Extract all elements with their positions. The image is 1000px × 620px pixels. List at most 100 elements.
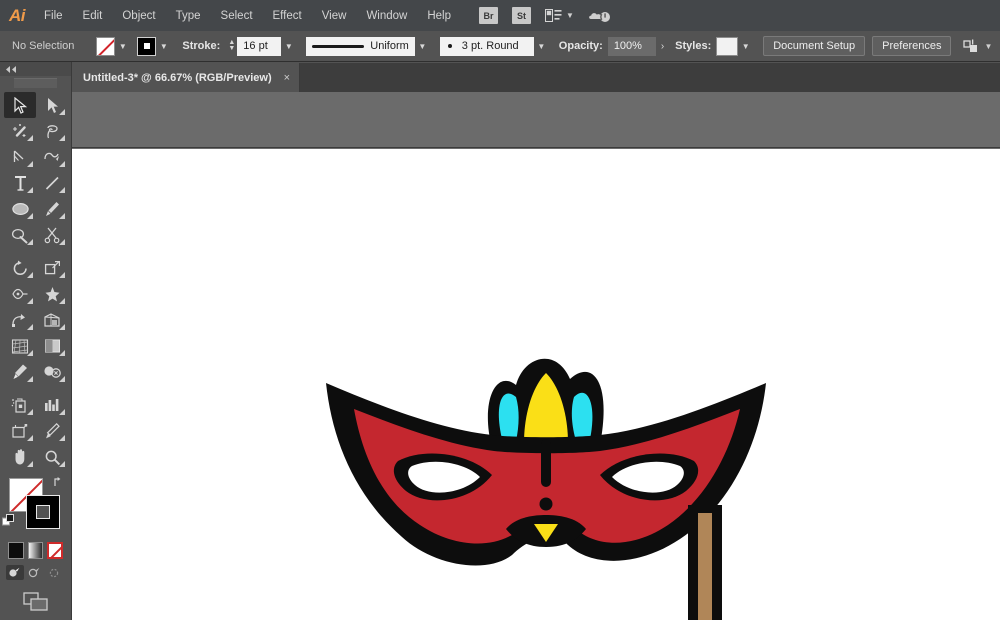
- stock-button[interactable]: St: [512, 7, 531, 24]
- stroke-profile-preview-icon: [312, 45, 364, 48]
- preferences-button[interactable]: Preferences: [872, 36, 951, 56]
- column-graph-tool[interactable]: [36, 392, 68, 418]
- align-chevron-down-icon[interactable]: ▼: [984, 42, 992, 51]
- styles-chevron-icon[interactable]: ▼: [738, 37, 753, 56]
- pen-tool[interactable]: [4, 144, 36, 170]
- graphic-style-swatch[interactable]: [716, 37, 738, 56]
- left-plume: [499, 393, 519, 441]
- lasso-tool[interactable]: [36, 118, 68, 144]
- stroke-profile-chevron-icon[interactable]: ▼: [415, 37, 430, 56]
- puppet-warp-tool[interactable]: [36, 281, 68, 307]
- line-segment-tool[interactable]: [36, 170, 68, 196]
- close-icon[interactable]: ×: [284, 72, 290, 84]
- rotate-tool[interactable]: [4, 255, 36, 281]
- swap-fill-stroke-icon[interactable]: [53, 476, 66, 491]
- workspace-switcher-icon[interactable]: ▼: [545, 9, 574, 22]
- magic-wand-tool[interactable]: [4, 118, 36, 144]
- right-plume: [572, 393, 593, 441]
- fill-dropdown-chevron-icon[interactable]: ▼: [115, 37, 130, 56]
- menu-item-view[interactable]: View: [312, 0, 357, 31]
- mesh-tool[interactable]: [36, 333, 68, 359]
- shape-builder-tool[interactable]: [36, 307, 68, 333]
- nose-dot: [540, 498, 553, 511]
- canvas-scratch-area: [72, 92, 1000, 148]
- tools-panel-collapse[interactable]: [0, 62, 71, 76]
- styles-label: Styles:: [675, 40, 711, 52]
- chevron-down-icon: ▼: [566, 11, 574, 20]
- symbol-sprayer-tool[interactable]: [4, 392, 36, 418]
- menu-item-effect[interactable]: Effect: [263, 0, 312, 31]
- shaper-tool[interactable]: [4, 222, 36, 248]
- control-bar: No Selection ▼ ▼ Stroke: ▲▼ 16 pt ▼ Unif…: [0, 31, 1000, 62]
- change-screen-mode-button[interactable]: [23, 592, 49, 617]
- width-tool[interactable]: [4, 281, 36, 307]
- blend-tool[interactable]: [36, 359, 68, 385]
- document-tab-bar: Untitled-3* @ 66.67% (RGB/Preview) ×: [72, 63, 1000, 92]
- type-tool[interactable]: [4, 170, 36, 196]
- free-transform-tool[interactable]: [4, 307, 36, 333]
- color-mode-row: [0, 538, 71, 559]
- scale-tool[interactable]: [36, 255, 68, 281]
- fill-color-swatch[interactable]: [96, 37, 115, 56]
- stroke-weight-input[interactable]: 16 pt: [237, 37, 281, 56]
- stroke-weight-label: Stroke:: [182, 40, 220, 52]
- default-fill-stroke-icon[interactable]: [2, 514, 15, 527]
- menu-item-file[interactable]: File: [34, 0, 73, 31]
- draw-behind-button[interactable]: [26, 565, 44, 580]
- double-chevron-left-icon: [4, 65, 20, 74]
- drawing-modes-row: [0, 559, 71, 580]
- tools-panel-grip: [14, 78, 57, 88]
- paintbrush-tool[interactable]: [36, 196, 68, 222]
- artboard[interactable]: [72, 149, 1000, 620]
- menu-item-select[interactable]: Select: [211, 0, 263, 31]
- selection-status-label: No Selection: [12, 40, 74, 52]
- stroke-weight-stepper[interactable]: ▲▼: [226, 37, 237, 56]
- document-setup-button[interactable]: Document Setup: [763, 36, 865, 56]
- menu-item-help[interactable]: Help: [417, 0, 461, 31]
- slice-tool[interactable]: [36, 418, 68, 444]
- opacity-label: Opacity:: [559, 40, 603, 52]
- stroke-profile-label: Uniform: [370, 40, 409, 52]
- draw-inside-button[interactable]: [45, 565, 63, 580]
- opacity-expand-icon[interactable]: ›: [656, 41, 669, 52]
- stroke-weight-chevron-icon[interactable]: ▼: [281, 37, 296, 56]
- plume-cluster: [488, 359, 604, 448]
- artboard-tool[interactable]: [4, 418, 36, 444]
- none-mode-button[interactable]: [47, 542, 63, 559]
- selection-tool[interactable]: [4, 92, 36, 118]
- tools-panel: [0, 62, 72, 620]
- stroke-profile-select[interactable]: Uniform: [306, 37, 415, 56]
- curvature-tool[interactable]: [36, 144, 68, 170]
- stroke-color-swatch[interactable]: [137, 37, 156, 56]
- opacity-input[interactable]: 100%: [608, 37, 656, 56]
- menu-item-window[interactable]: Window: [356, 0, 417, 31]
- brush-definition-select[interactable]: 3 pt. Round: [440, 37, 534, 56]
- gradient-mode-button[interactable]: [28, 542, 44, 559]
- creative-cloud-sync-icon[interactable]: [588, 8, 612, 24]
- menu-item-object[interactable]: Object: [112, 0, 165, 31]
- zoom-tool[interactable]: [36, 444, 68, 470]
- canvas-area[interactable]: [72, 92, 1000, 620]
- stroke-indicator-swatch[interactable]: [26, 495, 60, 529]
- perspective-grid-tool[interactable]: [4, 333, 36, 359]
- gradient-tool[interactable]: [4, 359, 36, 385]
- direct-selection-tool[interactable]: [36, 92, 68, 118]
- mask-artwork[interactable]: [320, 353, 780, 620]
- bridge-button[interactable]: Br: [479, 7, 498, 24]
- document-tab[interactable]: Untitled-3* @ 66.67% (RGB/Preview) ×: [72, 63, 300, 92]
- screen-mode-row: [0, 580, 71, 617]
- brush-preview-icon: [448, 44, 452, 48]
- hand-tool[interactable]: [4, 444, 36, 470]
- color-mode-button[interactable]: [8, 542, 24, 559]
- menu-item-type[interactable]: Type: [166, 0, 211, 31]
- document-tab-title: Untitled-3* @ 66.67% (RGB/Preview): [83, 72, 272, 84]
- stroke-dropdown-chevron-icon[interactable]: ▼: [156, 37, 171, 56]
- brush-definition-chevron-icon[interactable]: ▼: [534, 37, 549, 56]
- align-objects-icon[interactable]: ▼: [963, 39, 992, 54]
- draw-normal-button[interactable]: [6, 565, 24, 580]
- nose-bar: [541, 439, 551, 487]
- scissors-tool[interactable]: [36, 222, 68, 248]
- tool-grid: [0, 92, 72, 470]
- ellipse-tool[interactable]: [4, 196, 36, 222]
- menu-item-edit[interactable]: Edit: [73, 0, 113, 31]
